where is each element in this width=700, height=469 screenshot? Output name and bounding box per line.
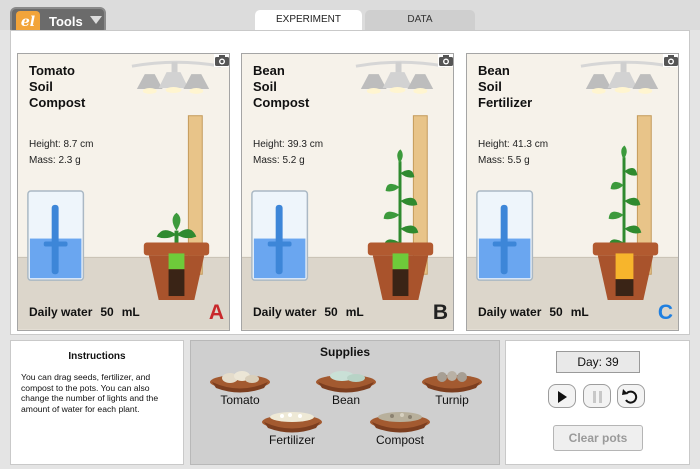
day-counter: Day: 39 <box>556 351 640 373</box>
reset-icon <box>622 389 638 404</box>
daily-water-control[interactable]: Daily water 50 mL <box>253 305 364 319</box>
panel-title: Tomato Soil Compost <box>29 63 86 110</box>
water-value[interactable]: 50 <box>324 305 337 319</box>
instructions-panel: Instructions You can drag seeds, fertili… <box>10 340 184 465</box>
plant-stem <box>608 145 642 253</box>
plant-panel-c[interactable]: Bean Soil Fertilizer Height: 41.3 cm Mas… <box>466 53 679 331</box>
tab-data[interactable]: DATA <box>365 10 475 30</box>
supply-label: Fertilizer <box>268 433 315 447</box>
pause-button[interactable] <box>583 384 611 408</box>
dropdown-caret-icon <box>90 16 102 24</box>
height-readout: Height: 8.7 cm <box>29 139 94 150</box>
mass-readout: Mass: 5.5 g <box>478 155 530 166</box>
supplies-panel: Supplies Tomato Bean Turnip Fertilizer C… <box>190 340 500 465</box>
top-bar: el Tools EXPERIMENT DATA <box>0 0 700 35</box>
turnip-seeds-dish <box>422 371 482 393</box>
panel-label: B <box>432 301 448 324</box>
water-beaker <box>27 190 85 281</box>
play-icon <box>558 391 567 403</box>
supply-compost[interactable]: Compost <box>363 401 437 451</box>
water-value[interactable]: 50 <box>549 305 562 319</box>
water-beaker <box>251 190 309 281</box>
camera-icon[interactable] <box>438 53 454 67</box>
supply-label: Compost <box>375 433 425 447</box>
tab-experiment[interactable]: EXPERIMENT <box>255 10 362 30</box>
panel-title: Bean Soil Compost <box>253 63 310 110</box>
plant-panel-b[interactable]: Bean Soil Compost Height: 39.3 cm Mass: … <box>241 53 454 331</box>
clear-pots-button[interactable]: Clear pots <box>553 425 643 451</box>
panel-title: Bean Soil Fertilizer <box>478 63 533 110</box>
mass-readout: Mass: 5.2 g <box>253 155 305 166</box>
daily-water-control[interactable]: Daily water 50 mL <box>29 305 140 319</box>
bean-seeds-dish <box>316 371 376 393</box>
supply-fertilizer[interactable]: Fertilizer <box>255 401 329 451</box>
gizmo-app: el Tools EXPERIMENT DATA Tomato Soil Com… <box>0 0 700 469</box>
mass-readout: Mass: 2.3 g <box>29 155 81 166</box>
plant-panel-a[interactable]: Tomato Soil Compost Height: 8.7 cm Mass:… <box>17 53 230 331</box>
lamp-fixture <box>580 60 671 94</box>
tools-label: Tools <box>49 14 83 29</box>
panel-label: C <box>657 301 673 324</box>
height-readout: Height: 39.3 cm <box>253 139 324 150</box>
lamp-fixture <box>355 60 446 94</box>
experiment-area: Tomato Soil Compost Height: 8.7 cm Mass:… <box>10 30 690 335</box>
camera-icon[interactable] <box>663 53 679 67</box>
height-readout: Height: 41.3 cm <box>478 139 549 150</box>
supplies-title: Supplies <box>319 345 370 359</box>
compost-dish <box>370 412 430 433</box>
instructions-text: You can drag seeds, fertilizer, and comp… <box>21 372 159 415</box>
instructions-title: Instructions <box>68 351 126 362</box>
daily-water-control[interactable]: Daily water 50 mL <box>478 305 589 319</box>
fertilizer-dish <box>262 412 322 433</box>
water-beaker <box>476 190 534 281</box>
water-value[interactable]: 50 <box>100 305 113 319</box>
camera-icon[interactable] <box>214 53 230 67</box>
lamp-fixture <box>131 60 222 94</box>
tomato-seeds-dish <box>210 371 270 393</box>
panel-label: A <box>208 301 224 324</box>
reset-button[interactable] <box>617 384 645 408</box>
play-button[interactable] <box>548 384 576 408</box>
control-panel: Day: 39 Clear pots <box>505 340 690 465</box>
